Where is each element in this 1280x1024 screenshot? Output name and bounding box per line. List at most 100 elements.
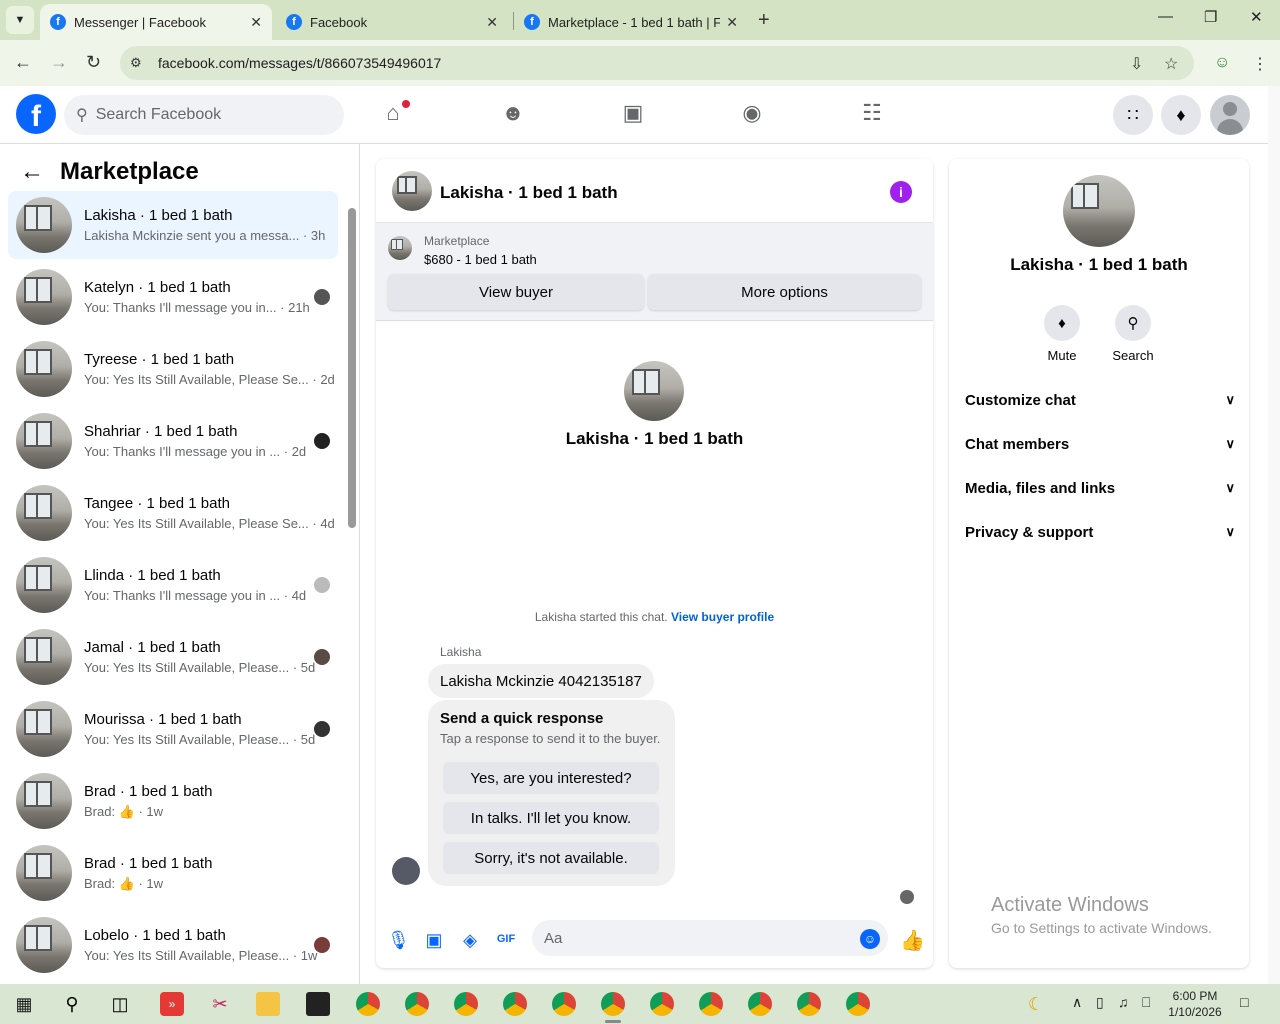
friends-icon[interactable]: ☻ — [498, 100, 528, 126]
site-info-icon[interactable]: ⚙ — [130, 55, 154, 71]
new-tab-button[interactable]: + — [758, 9, 770, 32]
chrome-icon[interactable] — [552, 992, 576, 1016]
photo-icon[interactable]: ▣ — [423, 930, 445, 951]
more-options-button[interactable]: More options — [648, 274, 921, 310]
section-media-files-links[interactable]: Media, files and links ∨ — [965, 480, 1235, 504]
listing-title[interactable]: $680 - 1 bed 1 bath — [424, 252, 537, 267]
tab-search-button[interactable]: ▼ — [6, 6, 34, 34]
view-buyer-profile-link[interactable]: View buyer profile — [671, 610, 774, 624]
seen-avatar — [900, 890, 914, 904]
chat-item-shahriar[interactable]: Shahriar · 1 bed 1 bath You: Thanks I'll… — [8, 407, 338, 475]
chat-item-katelyn[interactable]: Katelyn · 1 bed 1 bath You: Thanks I'll … — [8, 263, 338, 331]
install-app-icon[interactable]: ⇩ — [1130, 54, 1143, 74]
back-arrow-icon[interactable]: ← — [14, 52, 32, 73]
thumbs-up-icon[interactable]: 👍 — [900, 928, 925, 953]
groups-icon[interactable]: ◉ — [737, 100, 767, 126]
sticker-icon[interactable]: ◈ — [459, 930, 481, 951]
page-scrollbar[interactable] — [1268, 86, 1280, 984]
search-icon[interactable]: ⚲ — [60, 992, 84, 1016]
microphone-icon[interactable]: 🎙 — [387, 930, 410, 951]
close-icon[interactable]: ✕ — [726, 14, 738, 31]
chat-list-scrollbar[interactable] — [348, 208, 356, 528]
search-button[interactable]: ⚲ Search — [1103, 305, 1163, 363]
forward-arrow-icon[interactable]: → — [50, 52, 68, 73]
info-icon[interactable]: i — [890, 181, 912, 203]
tab-marketplace[interactable]: f Marketplace - 1 bed 1 bath | Fa ✕ — [514, 4, 748, 40]
chat-item-llinda[interactable]: Llinda · 1 bed 1 bath You: Thanks I'll m… — [8, 551, 338, 619]
section-chat-members[interactable]: Chat members ∨ — [965, 436, 1235, 460]
battery-icon[interactable]: ▯ — [1096, 994, 1104, 1011]
chrome-icon[interactable] — [846, 992, 870, 1016]
chat-item-jamal[interactable]: Jamal · 1 bed 1 bath You: Yes Its Still … — [8, 623, 338, 691]
sticky-notes-icon[interactable] — [306, 992, 330, 1016]
minimize-icon[interactable]: — — [1158, 8, 1173, 25]
tab-messenger[interactable]: f Messenger | Facebook ✕ — [40, 4, 272, 40]
gif-icon[interactable]: GIF — [495, 933, 517, 945]
chat-snippet: You: Yes Its Still Available, Please Se.… — [84, 516, 335, 531]
message-input[interactable]: Aa — [532, 920, 888, 956]
chrome-icon[interactable] — [454, 992, 478, 1016]
marketplace-icon[interactable]: ▣ — [618, 100, 648, 126]
notification-center-icon[interactable]: □ — [1240, 994, 1248, 1010]
mute-button[interactable]: ♦ Mute — [1032, 305, 1092, 363]
chat-item-brad[interactable]: Brad · 1 bed 1 bath Brad: 👍 · 1w — [8, 767, 338, 835]
profile-icon[interactable]: ☺ — [1214, 54, 1230, 72]
chrome-icon[interactable] — [405, 992, 429, 1016]
restore-icon[interactable]: ❐ — [1204, 8, 1217, 26]
gaming-icon[interactable]: ☷ — [857, 100, 887, 126]
chat-item-lobelo[interactable]: Lobelo · 1 bed 1 bath You: Yes Its Still… — [8, 911, 338, 979]
message-bubble[interactable]: Lakisha Mckinzie 4042135187 — [428, 664, 654, 698]
task-view-icon[interactable]: ◫ — [108, 992, 132, 1016]
bookmark-star-icon[interactable]: ☆ — [1164, 54, 1178, 74]
quick-response-button[interactable]: In talks. I'll let you know. — [443, 802, 659, 834]
chrome-icon[interactable] — [356, 992, 380, 1016]
chat-item-brad-2[interactable]: Brad · 1 bed 1 bath Brad: 👍 · 1w — [8, 839, 338, 907]
chat-item-tyreese[interactable]: Tyreese · 1 bed 1 bath You: Yes Its Stil… — [8, 335, 338, 403]
chrome-icon[interactable] — [699, 992, 723, 1016]
file-explorer-icon[interactable] — [256, 992, 280, 1016]
chat-item-tangee[interactable]: Tangee · 1 bed 1 bath You: Yes Its Still… — [8, 479, 338, 547]
read-receipt-avatar — [314, 433, 330, 449]
listing-thumbnail[interactable] — [392, 171, 432, 211]
network-icon[interactable]: ⎕ — [1142, 994, 1150, 1011]
snipping-tool-icon[interactable]: ✂ — [208, 992, 232, 1016]
back-arrow-icon[interactable]: ← — [20, 158, 44, 186]
kebab-menu-icon[interactable]: ⋮ — [1252, 54, 1268, 74]
conversation-title[interactable]: Lakisha · 1 bed 1 bath — [440, 183, 618, 203]
moon-icon[interactable]: ☾ — [1024, 992, 1048, 1016]
avatar[interactable] — [392, 857, 420, 885]
search-placeholder: Search Facebook — [95, 106, 222, 123]
chrome-icon[interactable] — [797, 992, 821, 1016]
reload-icon[interactable]: ↻ — [86, 52, 101, 73]
quick-response-button[interactable]: Yes, are you interested? — [443, 762, 659, 794]
chat-item-lakisha[interactable]: Lakisha · 1 bed 1 bath Lakisha Mckinzie … — [8, 191, 338, 259]
tab-facebook[interactable]: f Facebook ✕ — [276, 4, 508, 40]
search-input[interactable]: ⚲ Search Facebook — [64, 95, 344, 135]
chrome-icon[interactable] — [748, 992, 772, 1016]
section-customize-chat[interactable]: Customize chat ∨ — [965, 392, 1235, 416]
speaker-icon[interactable]: ♫ — [1118, 994, 1129, 1010]
tab-title: Facebook — [310, 14, 368, 30]
address-bar[interactable]: ⚙ facebook.com/messages/t/86607354949601… — [120, 46, 1194, 80]
facebook-logo[interactable]: f — [16, 94, 56, 134]
close-icon[interactable]: ✕ — [250, 14, 262, 31]
section-privacy-support[interactable]: Privacy & support ∨ — [965, 524, 1235, 548]
chrome-icon[interactable] — [601, 992, 625, 1016]
menu-grid-icon[interactable]: ∷ — [1113, 95, 1153, 135]
chat-item-mourissa[interactable]: Mourissa · 1 bed 1 bath You: Yes Its Sti… — [8, 695, 338, 763]
chrome-icon[interactable] — [503, 992, 527, 1016]
system-clock[interactable]: 6:00 PM 1/10/2026 — [1166, 988, 1224, 1020]
anydesk-icon[interactable]: » — [160, 992, 184, 1016]
account-avatar[interactable] — [1210, 95, 1250, 135]
quick-response-button[interactable]: Sorry, it's not available. — [443, 842, 659, 874]
chevron-up-icon[interactable]: ∧ — [1072, 994, 1082, 1011]
listing-thumbnail — [16, 413, 72, 469]
close-icon[interactable]: ✕ — [486, 14, 498, 31]
bell-icon[interactable]: ♦ — [1161, 95, 1201, 135]
emoji-icon[interactable]: ☺ — [860, 929, 880, 949]
view-buyer-button[interactable]: View buyer — [388, 274, 644, 310]
chrome-icon[interactable] — [650, 992, 674, 1016]
window-close-icon[interactable]: ✕ — [1250, 8, 1263, 26]
windows-start-icon[interactable]: ▦ — [12, 992, 36, 1016]
listing-thumbnail — [16, 485, 72, 541]
